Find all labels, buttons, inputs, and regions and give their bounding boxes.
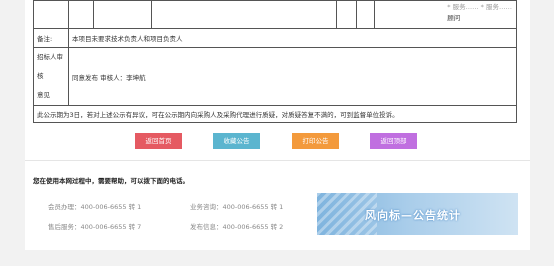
- review-label-line1: 招标人审核: [37, 53, 63, 80]
- help-title: 您在使用本网过程中，需要帮助，可以拨下面的电话。: [33, 177, 189, 185]
- review-value: 同意发布 审核人：李坤航: [68, 47, 517, 106]
- table-cell: [33, 0, 69, 29]
- banner-slogan: 风向标—公告统计: [365, 209, 461, 222]
- table-row: * 服务…… * 服务…… 顾问: [33, 0, 517, 29]
- table-cell: [356, 0, 375, 29]
- review-label-line2: 意见: [37, 91, 50, 99]
- table-row: 备注: 本项目未要求技术负责人和项目负责人: [33, 28, 517, 48]
- objection-notice: 此公示期为3日，若对上述公示有异议，可在公示期内向采购人及采购代理进行质疑，对质…: [33, 105, 517, 123]
- contact-member: 会员办理：400-006-6655 转 1: [48, 203, 142, 211]
- notice-table: * 服务…… * 服务…… 顾问 备注: 本项目未要求技术负责人和项目负责人 招…: [33, 0, 517, 123]
- review-label: 招标人审核 意见: [33, 47, 69, 106]
- table-cell: [151, 0, 337, 29]
- table-cell: [68, 0, 94, 29]
- table-row: 招标人审核 意见 同意发布 审核人：李坤航: [33, 47, 517, 106]
- contact-publish: 发布信息：400-006-6655 转 2: [190, 223, 284, 231]
- action-buttons: 返回首页 收藏公告 打印公告 返回顶部: [0, 133, 554, 149]
- table-cell: [93, 0, 152, 29]
- print-button[interactable]: 打印公告: [292, 133, 339, 149]
- contact-aftersales: 售后服务：400-006-6655 转 7: [48, 223, 142, 231]
- remark-value: 本项目未要求技术负责人和项目负责人: [68, 28, 517, 48]
- back-home-button[interactable]: 返回首页: [135, 133, 182, 149]
- advisor-text: * 服务…… * 服务…… 顾问: [447, 2, 512, 24]
- back-to-top-button[interactable]: 返回顶部: [370, 133, 417, 149]
- table-cell: [336, 0, 357, 29]
- contact-business: 业务咨询：400-006-6655 转 1: [190, 203, 284, 211]
- divider: [25, 160, 530, 161]
- favorite-button[interactable]: 收藏公告: [213, 133, 260, 149]
- advisor-label: 顾问: [447, 14, 461, 22]
- stats-banner[interactable]: 风向标—公告统计: [317, 193, 518, 235]
- table-cell: * 服务…… * 服务…… 顾问: [374, 0, 517, 29]
- remark-label: 备注:: [33, 28, 69, 48]
- advisor-fragment: * 服务…… * 服务……: [447, 3, 512, 11]
- table-row: 此公示期为3日，若对上述公示有异议，可在公示期内向采购人及采购代理进行质疑，对质…: [33, 105, 517, 123]
